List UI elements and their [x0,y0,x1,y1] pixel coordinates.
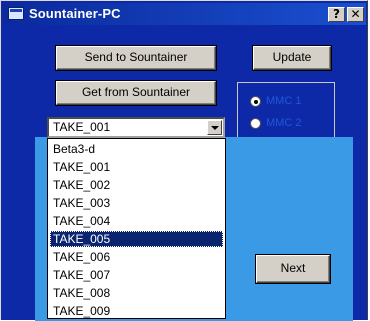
list-item[interactable]: TAKE_002 [50,177,223,193]
radio-label: MMC 2 [266,117,302,129]
list-item[interactable]: TAKE_001 [50,159,223,175]
app-window: Sountainer-PC ? ✕ Send to Sountainer Upd… [0,0,368,321]
list-item[interactable]: TAKE_003 [50,195,223,211]
take-select-value: TAKE_001 [53,120,111,134]
send-to-sountainer-button[interactable]: Send to Sountainer [56,46,216,70]
list-item[interactable]: TAKE_007 [50,267,223,283]
list-item[interactable]: TAKE_006 [50,249,223,265]
radio-mmc-2[interactable]: MMC 2 [250,117,340,133]
title-bar[interactable]: Sountainer-PC ? ✕ [3,3,366,25]
list-item[interactable]: Beta3-d [50,141,223,157]
help-button[interactable]: ? [328,7,345,22]
get-from-sountainer-button[interactable]: Get from Sountainer [56,81,216,105]
radio-unselected-icon[interactable] [250,118,261,129]
next-button[interactable]: Next [256,255,330,283]
window-title: Sountainer-PC [29,6,121,21]
app-icon[interactable] [8,7,24,20]
update-button[interactable]: Update [253,46,331,70]
take-dropdown-list[interactable]: Beta3-d TAKE_001 TAKE_002 TAKE_003 TAKE_… [47,138,226,319]
radio-selected-icon[interactable] [250,96,261,107]
close-button[interactable]: ✕ [347,7,364,22]
list-item[interactable]: TAKE_004 [50,213,223,229]
radio-label: MMC 1 [266,95,302,107]
list-item[interactable]: TAKE_009 [50,303,223,319]
take-select[interactable]: TAKE_001 [47,117,225,138]
chevron-down-icon[interactable] [207,120,222,135]
list-item-selected[interactable]: TAKE_005 [50,231,223,247]
list-item[interactable]: TAKE_008 [50,285,223,301]
radio-mmc-1[interactable]: MMC 1 [250,95,340,111]
